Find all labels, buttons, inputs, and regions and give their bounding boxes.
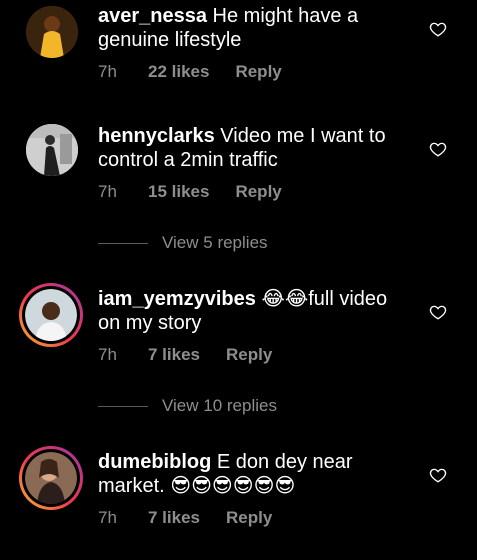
replies-divider-line [98, 242, 148, 244]
heart-outline-icon[interactable] [429, 466, 447, 484]
comment-username[interactable]: dumebiblog [98, 451, 211, 473]
heart-outline-icon[interactable] [429, 20, 447, 38]
comment-username[interactable]: hennyclarks [98, 125, 215, 147]
avatar-image [26, 6, 78, 58]
comment-time: 7h [98, 182, 117, 201]
replies-divider-line [98, 405, 148, 407]
comment-username[interactable]: aver_nessa [98, 5, 207, 27]
comment-text-block: dumebiblog E don dey near market. 😎😎😎😎😎😎 [98, 450, 408, 498]
comment-time: 7h [98, 62, 117, 81]
reply-button[interactable]: Reply [226, 345, 272, 365]
view-replies-button[interactable]: View 5 replies [98, 233, 268, 253]
avatar-image [25, 289, 77, 341]
avatar[interactable] [26, 6, 78, 58]
comment-meta: 7h 7 likes Reply [98, 508, 272, 528]
reply-button[interactable]: Reply [235, 182, 281, 202]
view-replies-label: View 10 replies [162, 396, 277, 415]
comment-likes[interactable]: 22 likes [148, 62, 209, 82]
avatar[interactable] [26, 124, 78, 176]
comment-time: 7h [98, 508, 117, 527]
avatar-ring-gap [22, 286, 80, 344]
comment-text-block: iam_yemzyvibes 😂😂full video on my story [98, 287, 408, 335]
comment-meta: 7h 22 likes Reply [98, 62, 282, 82]
reply-button[interactable]: Reply [235, 62, 281, 82]
comment-meta: 7h 7 likes Reply [98, 345, 272, 365]
comment-time: 7h [98, 345, 117, 364]
comment-likes[interactable]: 15 likes [148, 182, 209, 202]
avatar-story-ring[interactable] [19, 446, 83, 510]
comment-likes[interactable]: 7 likes [148, 345, 200, 365]
view-replies-button[interactable]: View 10 replies [98, 396, 277, 416]
avatar-image [25, 452, 77, 504]
comment-likes[interactable]: 7 likes [148, 508, 200, 528]
avatar-image [26, 124, 78, 176]
avatar-story-ring[interactable] [19, 283, 83, 347]
heart-outline-icon[interactable] [429, 303, 447, 321]
comment-meta: 7h 15 likes Reply [98, 182, 282, 202]
avatar-ring-gap [22, 449, 80, 507]
comment-text-block: aver_nessa He might have a genuine lifes… [98, 4, 408, 52]
comment-text-block: hennyclarks Video me I want to control a… [98, 124, 408, 172]
view-replies-label: View 5 replies [162, 233, 268, 252]
comment-username[interactable]: iam_yemzyvibes [98, 288, 256, 310]
heart-outline-icon[interactable] [429, 140, 447, 158]
reply-button[interactable]: Reply [226, 508, 272, 528]
